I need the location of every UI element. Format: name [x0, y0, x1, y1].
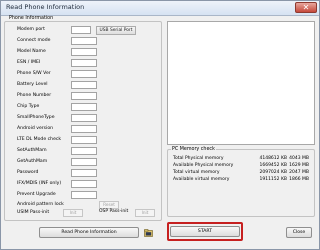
field-value-esn-imei [71, 59, 97, 67]
read-phone-information-button[interactable]: Read Phone Information [39, 227, 139, 238]
field-value-battery-level [71, 81, 97, 89]
field-label-battery-level: Battery Level [17, 82, 48, 87]
phone-information-title: Phone Information [8, 16, 55, 21]
field-label-esn-imei: ESN / IMEI [17, 60, 41, 65]
field-label-connect-mode: Connect mode [17, 38, 51, 43]
field-value-ifx-mdis [71, 180, 97, 188]
field-label-small-phone-type: SmallPhoneType [17, 115, 55, 120]
field-label-ifx-mdis: IFX/MDIS (INF only) [17, 181, 62, 186]
memory-row-value-mb: 4043 MB [289, 156, 309, 161]
field-value-password [71, 169, 97, 177]
window-title: Read Phone Information [6, 3, 85, 11]
field-label-android-version: Android version [17, 126, 54, 131]
log-output-area[interactable] [167, 21, 315, 145]
start-button[interactable]: START [170, 226, 240, 237]
field-label-set-auth-mam: SetAuthMam [17, 148, 47, 153]
android-pattern-lock-label: Android pattern lock [17, 202, 64, 207]
memory-row-value-kb: 2097024 KB [259, 170, 287, 175]
field-value-android-version [71, 125, 97, 133]
title-bar: Read Phone Information ✕ [1, 1, 319, 16]
field-label-phone-sw-ver: Phone S/W Ver [17, 71, 51, 76]
field-value-get-auth-mam [71, 158, 97, 166]
field-value-phone-number [71, 92, 97, 100]
usim-pass-init-label: USIM Pass-init [17, 210, 50, 215]
field-label-prevent-upgrade: Prevent Upgrade [17, 192, 56, 197]
close-button[interactable]: Close [286, 227, 312, 238]
field-value-modem-port [71, 26, 91, 34]
window-close-button[interactable]: ✕ [295, 2, 317, 13]
field-label-model-name: Model Name [17, 49, 46, 54]
osp-init-button[interactable]: Init [135, 209, 155, 217]
memory-row-value-kb: 1911152 KB [259, 177, 287, 182]
field-value-set-auth-mam [71, 147, 97, 155]
usim-init-button[interactable]: Init [63, 209, 83, 217]
read-phone-info-window: Read Phone Information ✕ Phone Informati… [0, 0, 320, 250]
memory-row-value-mb: 2047 MB [289, 170, 309, 175]
memory-row-value-mb: 1629 MB [289, 163, 309, 168]
folder-icon[interactable] [144, 229, 153, 237]
field-label-lte-dl-mode-check: LTE DL Mode check [17, 137, 62, 142]
usb-serial-port-button[interactable]: USB Serial Port [96, 26, 136, 35]
memory-row-label: Available Physical memory [173, 163, 234, 168]
pc-memory-check-title: PC Memory check [171, 147, 216, 152]
osp-pass-init-label: OSP Pass-init [99, 209, 129, 214]
field-value-phone-sw-ver [71, 70, 97, 78]
field-label-password: Password [17, 170, 39, 175]
reset-button[interactable]: Reset [99, 201, 119, 209]
field-value-chip-type [71, 103, 97, 111]
memory-row-value-mb: 1866 MB [289, 177, 309, 182]
field-value-model-name [71, 48, 97, 56]
memory-row-value-kb: 1669452 KB [259, 163, 287, 168]
field-label-phone-number: Phone Number [17, 93, 52, 98]
field-value-small-phone-type [71, 114, 97, 122]
field-label-chip-type: Chip Type [17, 104, 40, 109]
memory-row-label: Total Physical memory [173, 156, 224, 161]
memory-row-value-kb: 4148612 KB [259, 156, 287, 161]
field-value-connect-mode [71, 37, 97, 45]
memory-row-label: Available virtual memory [173, 177, 230, 182]
memory-row-label: Total virtual memory [173, 170, 220, 175]
field-value-prevent-upgrade [71, 191, 97, 199]
field-value-lte-dl-mode-check [71, 136, 97, 144]
field-label-modem-port: Modem port [17, 27, 45, 32]
field-label-get-auth-mam: GetAuthMam [17, 159, 48, 164]
